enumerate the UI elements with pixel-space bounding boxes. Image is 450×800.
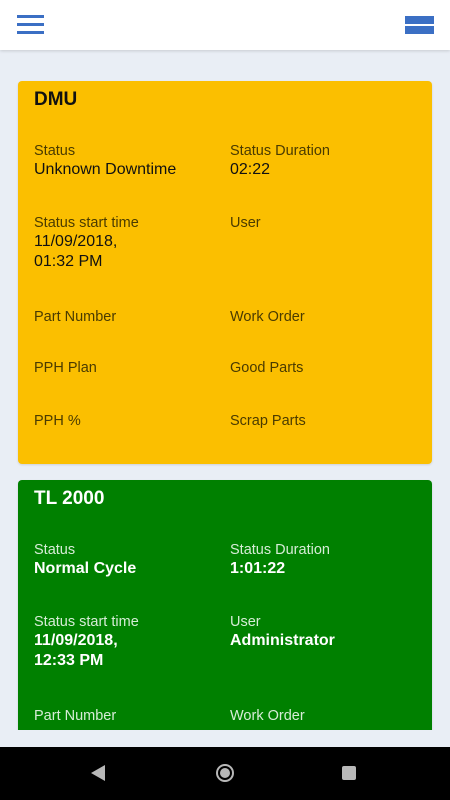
- user-label: User: [230, 614, 261, 630]
- status-duration-value: 1:01:22: [230, 560, 286, 577]
- scrap-parts-label: Scrap Parts: [230, 413, 306, 429]
- part-number-field: Part Number: [34, 707, 214, 725]
- status-duration-value: 02:22: [230, 161, 271, 178]
- system-navigation-bar: [0, 747, 450, 800]
- pph-plan-label: PPH Plan: [34, 360, 97, 376]
- machine-card-tl-2000[interactable]: TL 2000 Status Normal Cycle Status Durat…: [18, 480, 432, 730]
- status-start-time: 12:33 PM: [34, 652, 104, 669]
- status-start-date: 11/09/2018,: [34, 632, 118, 649]
- view-toggle-icon[interactable]: [405, 15, 434, 35]
- pph-percent-field: PPH %: [34, 412, 214, 430]
- status-duration-label: Status Duration: [230, 542, 330, 558]
- app-header: [0, 0, 450, 50]
- status-field: Status Normal Cycle: [34, 541, 214, 579]
- status-start-label: Status start time: [34, 614, 139, 630]
- machine-name: TL 2000: [34, 488, 105, 509]
- recent-apps-icon[interactable]: [342, 766, 356, 780]
- home-icon[interactable]: [216, 764, 234, 782]
- pph-plan-field: PPH Plan: [34, 359, 214, 377]
- work-order-field: Work Order: [230, 308, 410, 326]
- part-number-field: Part Number: [34, 308, 214, 326]
- status-value: Unknown Downtime: [34, 161, 177, 178]
- status-field: Status Unknown Downtime: [34, 142, 214, 180]
- status-duration-field: Status Duration 02:22: [230, 142, 410, 180]
- machine-list[interactable]: DMU Status Unknown Downtime Status Durat…: [0, 50, 450, 730]
- status-start-field: Status start time 11/09/2018, 12:33 PM: [34, 613, 214, 671]
- machine-card-dmu[interactable]: DMU Status Unknown Downtime Status Durat…: [18, 81, 432, 464]
- status-start-date: 11/09/2018,: [34, 233, 118, 250]
- back-icon[interactable]: [91, 765, 105, 781]
- status-label: Status: [34, 143, 76, 159]
- status-duration-label: Status Duration: [230, 143, 330, 159]
- status-value: Normal Cycle: [34, 560, 137, 577]
- status-start-field: Status start time 11/09/2018, 01:32 PM: [34, 214, 214, 272]
- part-number-label: Part Number: [34, 708, 117, 724]
- user-field: User Administrator: [230, 613, 410, 651]
- part-number-label: Part Number: [34, 309, 117, 325]
- user-field: User: [230, 214, 410, 232]
- work-order-label: Work Order: [230, 708, 305, 724]
- status-start-label: Status start time: [34, 215, 139, 231]
- pph-percent-label: PPH %: [34, 413, 81, 429]
- status-start-time: 01:32 PM: [34, 253, 103, 270]
- status-label: Status: [34, 542, 76, 558]
- status-duration-field: Status Duration 1:01:22: [230, 541, 410, 579]
- user-value: Administrator: [230, 632, 335, 649]
- hamburger-menu-icon[interactable]: [17, 14, 44, 36]
- good-parts-label: Good Parts: [230, 360, 304, 376]
- user-label: User: [230, 215, 261, 231]
- work-order-label: Work Order: [230, 309, 305, 325]
- work-order-field: Work Order: [230, 707, 410, 725]
- machine-name: DMU: [34, 89, 78, 110]
- scrap-parts-field: Scrap Parts: [230, 412, 410, 430]
- good-parts-field: Good Parts: [230, 359, 410, 377]
